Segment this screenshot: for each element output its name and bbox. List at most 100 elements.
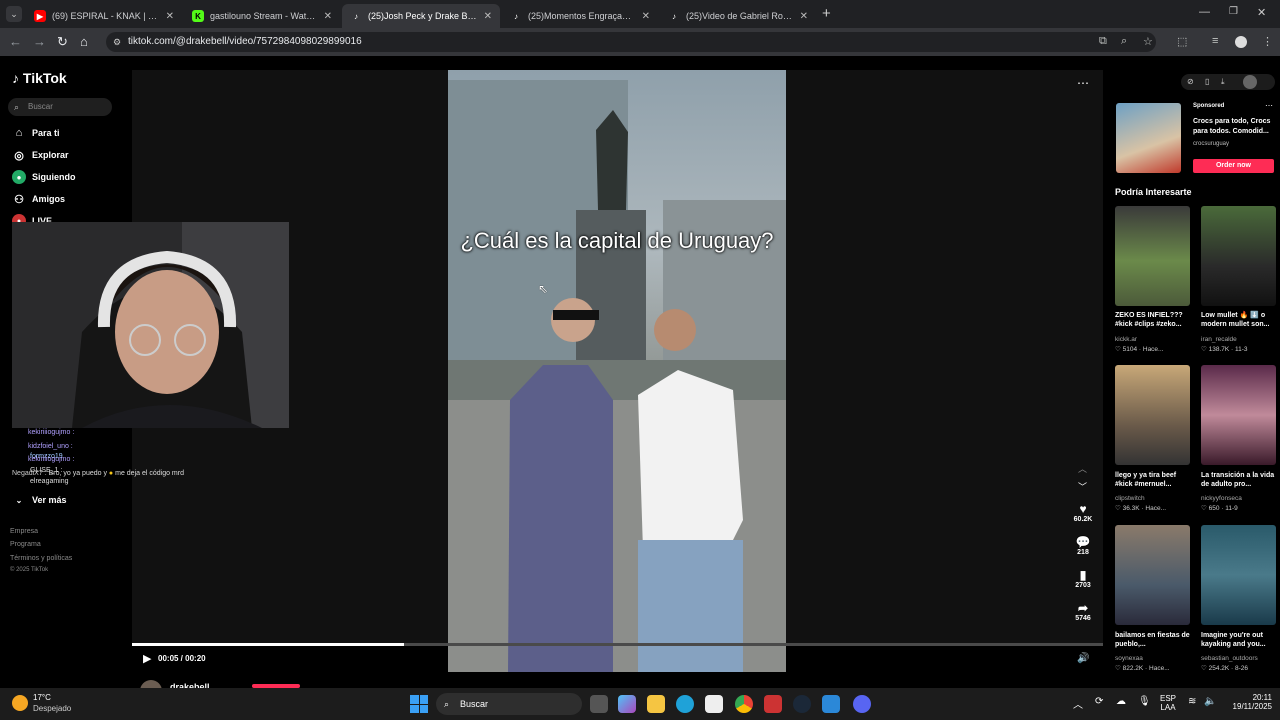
extensions-icon[interactable]: ⬚ [1177,35,1187,48]
close-window-icon[interactable]: ✕ [1257,6,1266,19]
cloud-icon[interactable]: ☁ [1116,696,1126,707]
ad-cta-button[interactable]: Order now [1193,159,1274,173]
close-tab-icon[interactable]: ✕ [800,11,808,22]
recommended-author[interactable]: iran_recalde [1201,336,1279,343]
recommended-title[interactable]: bailamos en fiestas de pueblo,... [1115,631,1193,649]
comment-button[interactable]: 💬 218 [1068,535,1098,556]
recommended-thumbnail[interactable] [1115,206,1190,306]
share-button[interactable]: ➦ 5746 [1068,601,1098,622]
close-tab-icon[interactable]: ✕ [642,11,650,22]
home-icon[interactable]: ⌂ [80,34,88,49]
edge-icon[interactable] [676,695,694,713]
close-tab-icon[interactable]: ✕ [166,11,174,22]
recommended-author[interactable]: sebastian_outdoors [1201,655,1279,662]
recommended-thumbnail[interactable] [1115,525,1190,625]
wifi-icon[interactable]: ≋ [1188,696,1196,707]
steam-icon[interactable] [793,695,811,713]
minimize-icon[interactable]: — [1199,6,1210,18]
tray-chevron-icon[interactable]: ︿ [1073,696,1083,711]
sidebar-item-amigos[interactable]: ⚇ Amigos [12,192,65,206]
close-tab-icon[interactable]: ✕ [324,11,332,22]
download-icon[interactable]: ⤓ [1221,77,1225,87]
weather-icon[interactable] [12,695,28,711]
video-progress-bar[interactable] [132,643,1103,646]
search-input[interactable]: ⌕ Buscar [8,98,112,116]
language-indicator[interactable]: ESP LAA [1160,694,1176,712]
tab-search-icon[interactable]: ⌄ [6,6,22,22]
url-field[interactable]: ⚙ tiktok.com/@drakebell/video/7572984098… [106,32,1156,52]
recommended-thumbnail[interactable] [1201,525,1276,625]
volume-icon[interactable]: 🔊 [1077,653,1089,664]
tab-2[interactable]: K gastilouno Stream - Watch Live ✕ [184,4,340,28]
clock[interactable]: 20:11 19/11/2025 [1220,693,1272,711]
recommended-author[interactable]: kickk.ar [1115,336,1193,343]
ad-advertiser[interactable]: crocsuruguay [1193,141,1229,147]
tiktok-logo[interactable]: ♪ TikTok [12,70,67,86]
store-icon[interactable] [705,695,723,713]
recommended-author[interactable]: nickyyfonseca [1201,495,1279,502]
media-control-icon[interactable]: ≡ [1212,35,1218,47]
start-icon[interactable] [410,695,428,713]
recommended-title[interactable]: Imagine you're out kayaking and you... [1201,631,1279,649]
recommended-title[interactable]: Low mullet 🔥 ⬇️ o modern mullet son... [1201,311,1279,329]
save-button[interactable]: ▮ 2703 [1068,568,1098,589]
more-options-icon[interactable]: ⋯ [1077,76,1089,90]
new-tab-button[interactable]: + [822,5,831,22]
recommended-thumbnail[interactable] [1201,365,1276,465]
tab-4[interactable]: ♪ (25)Momentos Engraçados com ✕ [502,4,658,28]
forward-icon[interactable]: → [33,34,46,49]
network-icon[interactable]: ⟳ [1095,696,1103,707]
back-icon[interactable]: ← [9,34,22,49]
install-app-icon[interactable]: ⧉ [1099,35,1107,48]
ad-thumbnail[interactable] [1116,103,1181,173]
recorder-icon[interactable] [764,695,782,713]
close-tab-icon[interactable]: ✕ [484,11,492,22]
zoom-icon[interactable]: ⌕ [1121,35,1127,48]
compass-icon[interactable]: ⊘ [1187,77,1194,86]
recommended-title[interactable]: ZEKO ES INFIEL??? #kick #clips #zeko... [1115,311,1193,329]
site-info-icon[interactable]: ⚙ [113,32,121,52]
copilot-icon[interactable] [618,695,636,713]
notes-icon[interactable] [822,695,840,713]
like-button[interactable]: ♥ 60.2K [1068,502,1098,523]
mobile-icon[interactable]: ▯ [1205,77,1209,86]
weather-temp[interactable]: 17°C [33,693,51,702]
weather-desc[interactable]: Despejado [33,704,71,713]
tab-1[interactable]: ▶ (69) ESPIRAL - KNAK | #POSITIV ✕ [26,4,182,28]
sidebar-item-para-ti[interactable]: ⌂ Para ti [12,126,60,140]
mic-icon[interactable]: 🎙 [1138,696,1151,707]
profile-avatar-icon[interactable] [1235,36,1247,48]
see-more-button[interactable]: ⌄ Ver más [12,493,67,507]
file-explorer-icon[interactable] [647,695,665,713]
recommended-author[interactable]: soynexaa [1115,655,1193,662]
recommended-title[interactable]: La transición a la vida de adulto pro... [1201,471,1279,489]
scroll-down-icon[interactable]: ﹀ [1078,480,1087,493]
discord-icon[interactable] [853,695,871,713]
reload-icon[interactable]: ↻ [57,34,68,50]
sidebar-item-siguiendo[interactable]: ● Siguiendo [12,170,76,184]
speaker-icon[interactable]: 🔈 [1204,696,1216,707]
share-icon: ➦ [1077,601,1089,615]
recommended-thumbnail[interactable] [1115,365,1190,465]
ad-more-icon[interactable]: ⋯ [1265,101,1273,110]
browser-menu-icon[interactable]: ⋮ [1262,35,1273,48]
profile-icon[interactable] [1243,75,1257,89]
task-view-icon[interactable] [590,695,608,713]
scroll-up-icon[interactable]: ︿ [1078,462,1087,475]
recommended-thumbnail[interactable] [1201,206,1276,306]
tab-5[interactable]: ♪ (25)Video de Gabriel Romero (@ ✕ [660,4,816,28]
footer-link[interactable]: Empresa [10,528,38,535]
video-frame[interactable]: ¿Cuál es la capital de Uruguay? [448,70,786,672]
recommended-title[interactable]: llego y ya tira beef #kick #mernuel... [1115,471,1193,489]
play-icon[interactable]: ▶ [143,652,151,665]
bookmark-star-icon[interactable]: ☆ [1143,35,1153,48]
restore-icon[interactable]: ❐ [1229,6,1238,17]
footer-link[interactable]: Programa [10,541,41,548]
sidebar-item-explorar[interactable]: ◎ Explorar [12,148,68,162]
footer-link[interactable]: Términos y políticas [10,555,72,562]
recommended-author[interactable]: clipstwitch [1115,495,1193,502]
tab-3[interactable]: ♪ (25)Josh Peck y Drake Bell: Con ✕ [342,4,500,28]
chrome-icon[interactable] [735,695,753,713]
lang-line-1: ESP [1160,694,1177,703]
taskbar-search[interactable]: ⌕ Buscar [436,693,582,715]
